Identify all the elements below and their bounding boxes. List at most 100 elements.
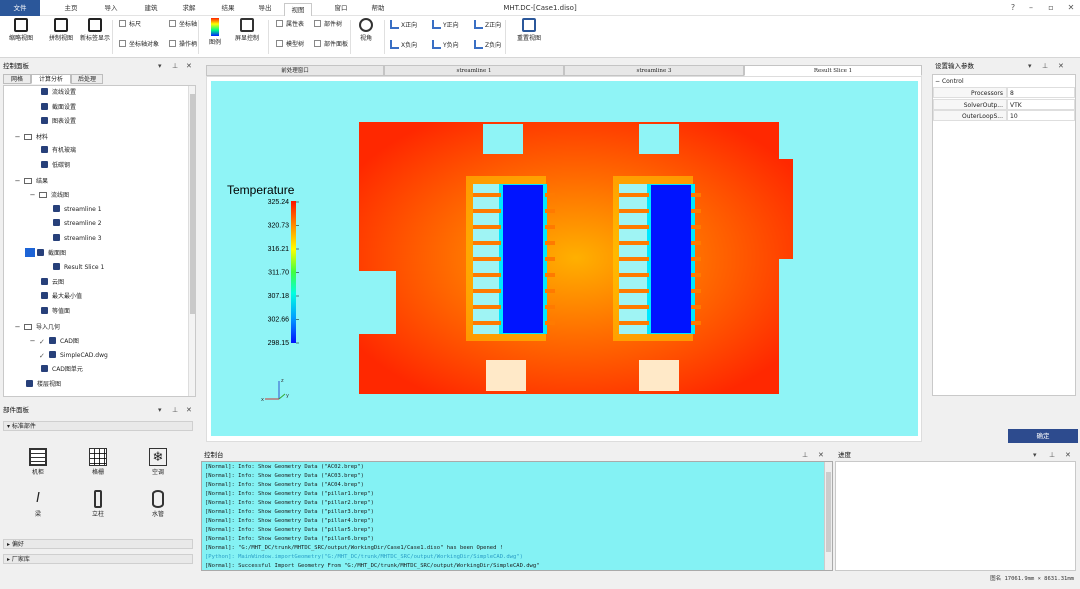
checkbox-box[interactable] (169, 20, 176, 27)
collapse-icon[interactable]: − (29, 189, 36, 201)
property-row[interactable]: Processors 8 (933, 87, 1075, 98)
property-value[interactable]: VTK (1007, 98, 1075, 110)
collapse-icon[interactable]: − (14, 175, 21, 187)
menu-4[interactable]: 求解 (178, 0, 200, 16)
menu-0[interactable]: 文件 (0, 0, 40, 16)
result-canvas[interactable]: Temperature 325.24 320.73 316.21 311.70 307.… (211, 81, 918, 436)
panel-dropdown-icon[interactable]: ▾ (1033, 449, 1037, 461)
menu-8[interactable]: 窗口 (330, 0, 352, 16)
confirm-button[interactable]: 确定 (1008, 429, 1078, 443)
collapse-icon[interactable]: − (29, 335, 36, 347)
tree-item[interactable]: − 导入几何 (14, 321, 60, 333)
pin-icon[interactable]: ⊥ (1042, 60, 1048, 72)
collapse-icon[interactable]: − (14, 131, 21, 143)
ribbon-btn-5[interactable]: 视角 (355, 18, 377, 42)
property-value[interactable]: 10 (1007, 110, 1075, 121)
tree-item[interactable]: 流线设置 (41, 87, 76, 99)
tree-item[interactable]: − 流线图 (29, 189, 69, 201)
close-panel-icon[interactable]: ✕ (818, 449, 824, 461)
view-tab-2[interactable]: streamline 3 (564, 65, 744, 76)
control-group[interactable]: − Control (935, 77, 964, 87)
menu-5[interactable]: 结果 (217, 0, 239, 16)
ribbon-btn-2[interactable]: 新标签显示 (80, 18, 110, 42)
menu-6[interactable]: 导出 (254, 0, 276, 16)
menu-2[interactable]: 导入 (100, 0, 122, 16)
minimize-icon[interactable]: – (1020, 0, 1042, 16)
ribbon-btn-0[interactable]: 缩略视图 (4, 18, 38, 42)
maximize-icon[interactable]: ▫ (1040, 0, 1062, 16)
checkbox-box[interactable] (119, 40, 126, 47)
panel-dropdown-icon[interactable]: ▾ (158, 404, 162, 416)
vendor-library-section[interactable]: ▸ 厂家库 (3, 554, 193, 564)
tree-item[interactable]: 截面图 (25, 247, 66, 260)
tree-item[interactable]: 等值面 (41, 306, 70, 318)
axis-view-4[interactable]: Y负向 (432, 40, 459, 50)
checkbox-box[interactable] (169, 40, 176, 47)
tree-item[interactable]: 有机玻璃 (41, 145, 76, 157)
standard-parts-section[interactable]: ▾ 标准部件 (3, 421, 193, 431)
view-tab-3[interactable]: Result Slice 1 (744, 65, 922, 76)
axis-view-0[interactable]: X正向 (390, 20, 417, 30)
preferences-section[interactable]: ▸ 偏好 (3, 539, 193, 549)
tree-item[interactable]: − 材料 (14, 131, 48, 143)
axis-view-3[interactable]: X负向 (390, 40, 417, 50)
panel-dropdown-icon[interactable]: ▾ (1028, 60, 1032, 72)
checkbox-7[interactable]: 部件面板 (314, 40, 348, 49)
checkbox-4[interactable]: 属性表 (276, 20, 304, 29)
menu-9[interactable]: 帮助 (367, 0, 389, 16)
pin-icon[interactable]: ⊥ (172, 60, 178, 72)
checkbox-2[interactable]: 坐标轴对象 (119, 40, 159, 49)
tree-item[interactable]: 图表设置 (41, 116, 76, 128)
tree-item[interactable]: CAD图单元 (41, 364, 83, 376)
panel-dropdown-icon[interactable]: ▾ (158, 60, 162, 72)
tree-item[interactable]: 楼层视图 (26, 379, 61, 391)
pin-icon[interactable]: ⊥ (802, 449, 808, 461)
checkbox-box[interactable] (276, 40, 283, 47)
close-panel-icon[interactable]: ✕ (186, 60, 192, 72)
pin-icon[interactable]: ⊥ (1049, 449, 1055, 461)
close-panel-icon[interactable]: ✕ (186, 404, 192, 416)
property-value[interactable]: 8 (1007, 87, 1075, 98)
tree-item[interactable]: 低碳钢 (41, 160, 70, 172)
part-5[interactable]: 水管 (138, 490, 178, 519)
tree-item[interactable]: − ✓ CAD图 (29, 335, 79, 347)
part-0[interactable]: 机柜 (18, 448, 58, 477)
tree-item[interactable]: ✓ SimpleCAD.dwg (39, 350, 108, 362)
ribbon-btn-6[interactable]: 重置视图 (512, 18, 546, 42)
tab-2[interactable]: 后处理 (71, 74, 103, 84)
ribbon-btn-1[interactable]: 拼制视图 (44, 18, 78, 42)
ribbon-btn-3[interactable]: 图例 (206, 18, 224, 46)
menu-7[interactable]: 视图 (284, 3, 312, 17)
part-1[interactable]: 格栅 (78, 448, 118, 477)
part-2[interactable]: ❄ 空调 (138, 448, 178, 477)
checkbox-1[interactable]: 坐标轴 (169, 20, 197, 29)
tab-0[interactable]: 网格 (3, 74, 31, 84)
scroll-thumb[interactable] (826, 472, 831, 552)
property-row[interactable]: OuterLoopS... 10 (933, 110, 1075, 121)
console-output[interactable]: [Normal]: Info: Show Geometry Data ("AC0… (201, 461, 833, 571)
check-icon[interactable]: ✓ (39, 339, 46, 346)
tree-item[interactable]: streamline 3 (53, 233, 102, 245)
close-panel-icon[interactable]: ✕ (1058, 60, 1064, 72)
close-icon[interactable]: ✕ (1060, 0, 1080, 16)
part-4[interactable]: 立柱 (78, 490, 118, 519)
view-tab-1[interactable]: streamline 1 (384, 65, 564, 76)
axis-view-1[interactable]: Y正向 (432, 20, 459, 30)
checkbox-0[interactable]: 标尺 (119, 20, 141, 29)
tree-item[interactable]: 截面设置 (41, 102, 76, 114)
menu-1[interactable]: 主页 (60, 0, 82, 16)
checkbox-box[interactable] (314, 40, 321, 47)
checkbox-box[interactable] (119, 20, 126, 27)
console-scrollbar[interactable] (824, 462, 832, 570)
menu-3[interactable]: 建筑 (140, 0, 162, 16)
scroll-thumb[interactable] (190, 94, 195, 314)
check-icon[interactable]: ✓ (39, 352, 46, 360)
pin-icon[interactable]: ⊥ (172, 404, 178, 416)
tree-item[interactable]: 云图 (41, 277, 64, 289)
axis-view-5[interactable]: Z负向 (474, 40, 501, 50)
checkbox-box[interactable] (314, 20, 321, 27)
tree-item[interactable]: streamline 1 (53, 204, 102, 216)
checkbox-6[interactable]: 模型树 (276, 40, 304, 49)
tree-scrollbar[interactable] (188, 86, 195, 396)
property-row[interactable]: SolverOutp... VTK (933, 98, 1075, 110)
